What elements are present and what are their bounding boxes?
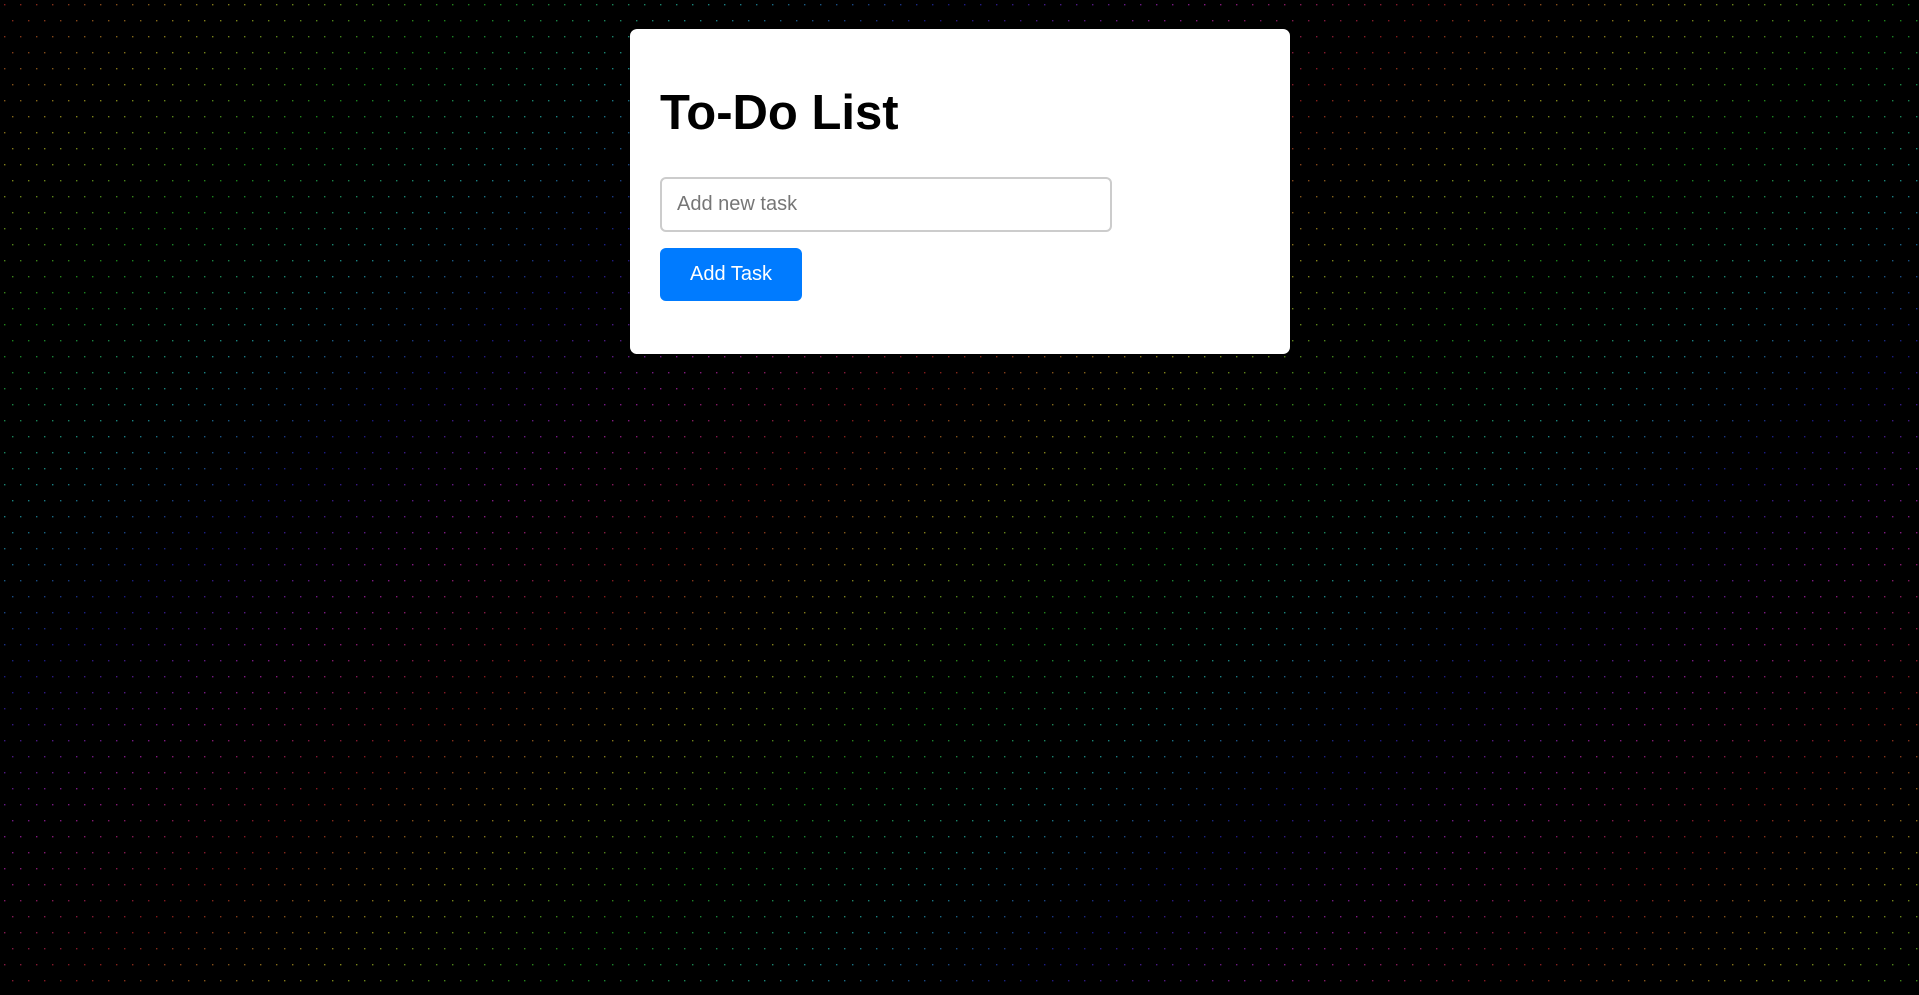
- add-task-button[interactable]: Add Task: [660, 248, 802, 301]
- page-title: To-Do List: [660, 86, 899, 140]
- todo-card: To-Do List Add Task: [630, 29, 1290, 354]
- new-task-input[interactable]: [660, 177, 1112, 232]
